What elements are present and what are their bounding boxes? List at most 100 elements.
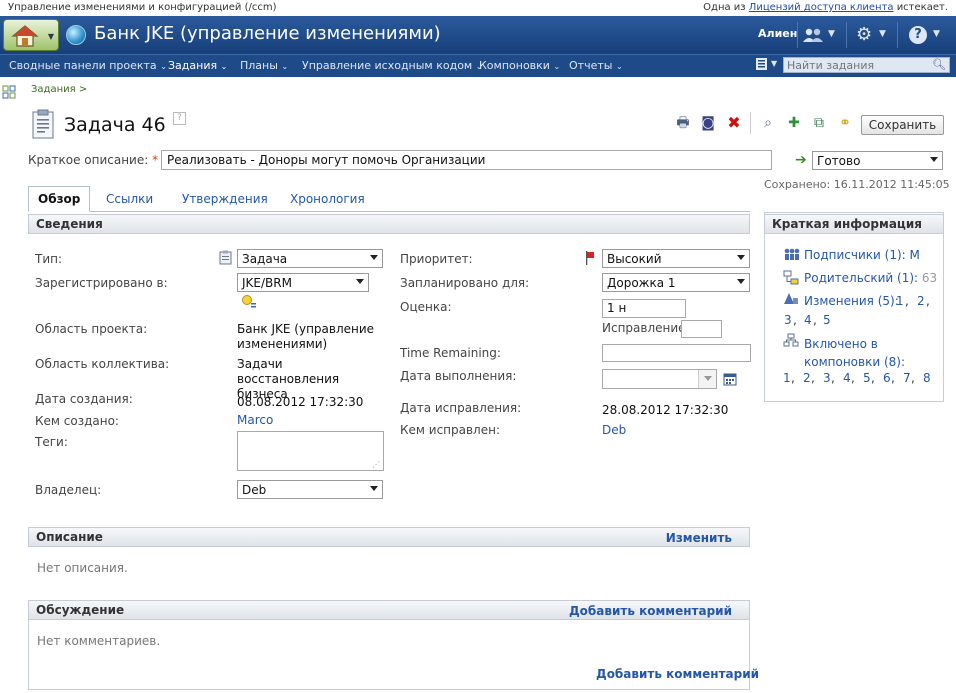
category-icon[interactable] [241,294,257,310]
mini-dashboard-icon[interactable] [2,85,16,99]
delete-icon[interactable]: ✖ [725,114,743,132]
tags-label: Теги: [35,435,68,449]
owner-select[interactable]: Deb [237,480,383,499]
license-notice: Одна из Лицензий доступа клиента истекае… [703,2,948,13]
filed-against-select[interactable]: JKE/BRM [237,273,369,292]
page-title: Задача 46 [64,114,166,136]
filed-against-label: Зарегистрировано в: [35,276,168,290]
tab-bar: Обзор Ссылки Утверждения Хронология [28,186,750,212]
resolved-by-link[interactable]: Deb [602,423,626,438]
estimate-label: Оценка: [400,300,452,314]
list-separator: , [831,371,835,385]
summary-input[interactable] [161,150,772,170]
status-select[interactable]: Готово [812,151,943,170]
help-icon[interactable]: ? [909,26,927,44]
build-link-8[interactable]: 8 [923,371,931,385]
list-separator: , [891,371,895,385]
change-link-5[interactable]: 5 [823,313,831,327]
included-in-builds-label: Включено в компоновки (8): [804,337,905,369]
builds-icon [783,333,799,347]
state-arrow-icon: ➔ [795,152,807,168]
search-box: 🔍︎ [783,57,950,73]
copy-icon[interactable]: ⧉ [810,114,828,132]
change-link-1[interactable]: 1 [896,294,904,308]
chevron-down-icon[interactable]: ▼ [828,29,835,39]
find-duplicates-icon[interactable]: ⌕ [759,114,777,132]
estimate-input[interactable]: 1 н [602,299,686,318]
add-comment-link-top[interactable]: Добавить комментарий [569,604,732,618]
search-icon[interactable]: 🔍︎ [932,58,946,71]
chevron-down-icon[interactable]: ▼ [933,29,940,39]
add-child-icon[interactable]: ✚ [785,114,803,132]
list-separator: , [926,294,930,308]
calendar-icon[interactable] [723,372,737,386]
time-remaining-input[interactable] [602,344,751,362]
change-link-4[interactable]: 4 [804,313,812,327]
app-title: Банк JKE (управление изменениями) [94,23,441,44]
nav-item-source-control[interactable]: Управление исходным кодом ⌄ [302,59,482,72]
list-separator: , [905,294,909,308]
tab-links[interactable]: Ссылки [106,192,153,206]
subscribers-link[interactable]: Подписчики (1): M [804,248,920,262]
camera-icon[interactable]: ◙ [699,114,717,132]
resolved-by-label: Кем исправлен: [400,423,500,437]
planned-for-select[interactable]: Дорожка 1 [602,273,750,292]
add-comment-link-bottom[interactable]: Добавить комментарий [596,667,759,682]
edit-description-link[interactable]: Изменить [666,531,732,545]
build-link-2[interactable]: 2 [803,371,811,385]
gear-icon[interactable]: ⚙ [856,24,872,45]
chevron-down-icon: ▼ [47,32,54,41]
build-link-7[interactable]: 7 [903,371,911,385]
save-button[interactable]: Сохранить [861,115,944,135]
help-icon[interactable]: ? [173,112,186,125]
tab-history[interactable]: Хронология [290,192,365,206]
list-icon[interactable] [756,58,767,70]
link-icon[interactable]: ⚭ [836,114,854,132]
breadcrumb[interactable]: Задания > [31,84,87,95]
build-link-5[interactable]: 5 [863,371,871,385]
time-remaining-label: Time Remaining: [400,346,501,360]
search-input[interactable] [787,59,927,72]
tab-overview[interactable]: Обзор [28,186,91,212]
print-icon[interactable]: 🖶︎ [674,114,692,132]
type-select[interactable]: Задача [237,249,383,268]
change-link-2[interactable]: 2 [917,294,925,308]
task-icon [32,109,54,139]
team-area-label: Область коллектива: [35,357,170,371]
chevron-down-icon[interactable] [698,370,716,388]
project-area-value: Банк JKE (управление изменениями) [237,322,375,351]
chevron-down-icon[interactable]: ▼ [771,59,777,68]
parent-link[interactable]: Родительский (1): 63 [804,271,937,285]
chevron-down-icon[interactable]: ▼ [879,29,886,39]
build-link-1[interactable]: 1 [783,371,791,385]
due-date-input[interactable] [602,369,717,389]
correction-input[interactable] [681,320,722,338]
resize-handle-icon[interactable]: ⋰ [372,460,380,469]
priority-flag-icon [586,251,594,265]
list-separator: , [813,313,817,327]
change-link-3[interactable]: 3 [784,313,792,327]
home-button[interactable]: ▼ [3,19,59,51]
nav-item-builds[interactable]: Компоновки ⌄ [479,59,560,72]
nav-item-reports[interactable]: Отчеты ⌄ [569,59,623,72]
priority-select[interactable]: Высокий [602,249,750,268]
created-by-link[interactable]: Marco [237,413,273,428]
list-separator: , [791,371,795,385]
toolbar-separator [750,112,751,134]
list-separator: , [871,371,875,385]
user-name[interactable]: Алиен [758,27,797,40]
build-link-4[interactable]: 4 [843,371,851,385]
build-link-3[interactable]: 3 [823,371,831,385]
quick-info-header: Краткая информация [764,214,944,234]
users-icon[interactable] [802,27,824,43]
subscribers-icon [784,248,800,260]
home-icon [11,25,39,47]
tags-input[interactable]: ⋰ [237,431,384,471]
nav-item-plans[interactable]: Планы ⌄ [240,59,288,72]
license-link[interactable]: Лицензий доступа клиента [749,2,894,13]
build-link-6[interactable]: 6 [883,371,891,385]
list-separator: , [811,371,815,385]
tab-approvals[interactable]: Утверждения [182,192,268,206]
nav-item-dashboards[interactable]: Сводные панели проекта ⌄ [9,59,167,72]
nav-item-work-items[interactable]: Задания ⌄ [168,59,227,72]
